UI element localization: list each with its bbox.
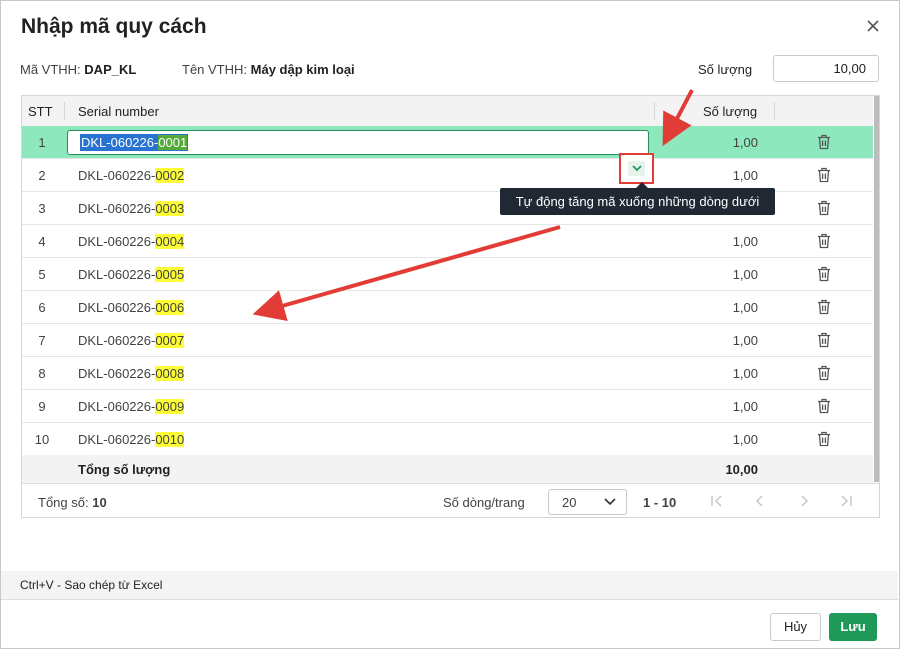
item-code-value: DAP_KL xyxy=(84,62,137,77)
chevron-down-icon xyxy=(604,498,616,506)
stt-cell: 1 xyxy=(38,135,46,150)
item-name: Tên VTHH: Máy dập kim loại xyxy=(182,62,355,77)
trash-icon[interactable] xyxy=(817,398,831,414)
grid-header: STT Serial number Số lượng xyxy=(22,96,873,127)
auto-increment-button[interactable] xyxy=(619,153,654,184)
per-page-select[interactable]: 20 xyxy=(548,489,627,515)
trash-icon[interactable] xyxy=(817,431,831,447)
vertical-scrollbar[interactable] xyxy=(874,96,879,482)
serial-cell[interactable]: DKL-060226-0007 xyxy=(78,333,185,348)
close-icon[interactable] xyxy=(863,16,883,36)
col-stt: STT xyxy=(28,104,53,119)
first-page-icon[interactable] xyxy=(710,494,724,508)
last-page-icon[interactable] xyxy=(839,494,853,508)
stt-cell: 10 xyxy=(34,432,50,447)
prev-page-icon[interactable] xyxy=(753,494,767,508)
save-button[interactable]: Lưu xyxy=(829,613,877,641)
quantity-label: Số lượng xyxy=(698,62,753,77)
serial-cell[interactable]: DKL-060226-0004 xyxy=(78,234,185,249)
quantity-cell[interactable]: 1,00 xyxy=(682,267,758,282)
col-quantity: Số lượng xyxy=(703,104,758,119)
quantity-cell[interactable]: 1,00 xyxy=(682,366,758,381)
per-page-label: Số dòng/trang xyxy=(443,495,525,510)
quantity-cell[interactable]: 1,00 xyxy=(682,168,758,183)
trash-icon[interactable] xyxy=(817,266,831,282)
table-row[interactable]: 9 DKL-060226-0009 1,00 xyxy=(22,390,873,423)
serial-grid: STT Serial number Số lượng 1 DKL-060226-0… xyxy=(21,95,880,518)
quantity-cell[interactable]: 1,00 xyxy=(682,432,758,447)
trash-icon[interactable] xyxy=(817,299,831,315)
quantity-cell[interactable]: 1,00 xyxy=(682,300,758,315)
trash-icon[interactable] xyxy=(817,365,831,381)
stt-cell: 6 xyxy=(38,300,46,315)
table-row[interactable]: 8 DKL-060226-0008 1,00 xyxy=(22,357,873,390)
serial-cell[interactable]: DKL-060226-0008 xyxy=(78,366,185,381)
quantity-cell[interactable]: 1,00 xyxy=(682,135,758,150)
stt-cell: 3 xyxy=(38,201,46,216)
trash-icon[interactable] xyxy=(817,332,831,348)
dialog-title: Nhập mã quy cách xyxy=(21,15,207,38)
serial-input[interactable]: DKL-060226-0001 xyxy=(67,130,649,155)
serial-cell[interactable]: DKL-060226-0002 xyxy=(78,168,185,183)
table-row[interactable]: 4 DKL-060226-0004 1,00 xyxy=(22,225,873,258)
item-name-value: Máy dập kim loại xyxy=(250,62,355,77)
quantity-input[interactable]: 10,00 xyxy=(773,55,879,82)
quantity-cell[interactable]: 1,00 xyxy=(682,234,758,249)
stt-cell: 7 xyxy=(38,333,46,348)
quantity-cell[interactable]: 1,00 xyxy=(682,399,758,414)
trash-icon[interactable] xyxy=(817,233,831,249)
total-value: 10,00 xyxy=(725,462,758,477)
quantity-cell[interactable]: 1,00 xyxy=(682,333,758,348)
serial-cell[interactable]: DKL-060226-0005 xyxy=(78,267,185,282)
stt-cell: 2 xyxy=(38,168,46,183)
pager: Tổng số: 10 Số dòng/trang 20 1 - 10 xyxy=(22,483,879,517)
table-row[interactable]: 10 DKL-060226-0010 1,00 xyxy=(22,423,873,456)
trash-icon[interactable] xyxy=(817,167,831,183)
pager-total: Tổng số: 10 xyxy=(38,495,107,510)
auto-increment-tooltip: Tự động tăng mã xuống những dòng dưới xyxy=(500,182,775,215)
next-page-icon[interactable] xyxy=(797,494,811,508)
cancel-button[interactable]: Hủy xyxy=(770,613,821,641)
table-row[interactable]: 6 DKL-060226-0006 1,00 xyxy=(22,291,873,324)
trash-icon[interactable] xyxy=(817,134,831,150)
item-code: Mã VTHH: DAP_KL xyxy=(20,62,136,77)
serial-cell[interactable]: DKL-060226-0006 xyxy=(78,300,185,315)
stt-cell: 9 xyxy=(38,399,46,414)
table-row[interactable]: 1 DKL-060226-0001 1,00 xyxy=(22,126,873,159)
serial-cell[interactable]: DKL-060226-0003 xyxy=(78,201,185,216)
item-code-label: Mã VTHH: xyxy=(20,62,81,77)
total-row: Tổng số lượng 10,00 xyxy=(22,455,873,483)
item-name-label: Tên VTHH: xyxy=(182,62,248,77)
table-row[interactable]: 5 DKL-060226-0005 1,00 xyxy=(22,258,873,291)
serial-selection: DKL-060226-0001 xyxy=(80,134,189,151)
serial-cell[interactable]: DKL-060226-0009 xyxy=(78,399,185,414)
serial-cell[interactable]: DKL-060226-0010 xyxy=(78,432,185,447)
col-serial: Serial number xyxy=(78,104,159,119)
stt-cell: 4 xyxy=(38,234,46,249)
footer-hint: Ctrl+V - Sao chép từ Excel xyxy=(1,571,898,600)
stt-cell: 5 xyxy=(38,267,46,282)
table-row[interactable]: 7 DKL-060226-0007 1,00 xyxy=(22,324,873,357)
trash-icon[interactable] xyxy=(817,200,831,216)
pager-range: 1 - 10 xyxy=(643,495,677,510)
stt-cell: 8 xyxy=(38,366,46,381)
total-label: Tổng số lượng xyxy=(78,462,171,477)
chevron-down-icon xyxy=(632,165,642,172)
